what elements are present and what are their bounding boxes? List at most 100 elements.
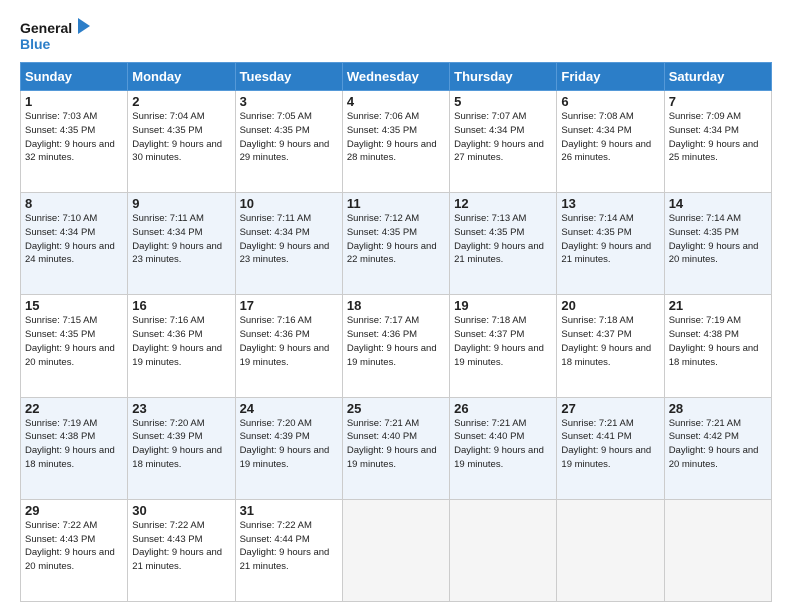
daylight-label: Daylight: 9 hours and 19 minutes. bbox=[132, 343, 222, 368]
daylight-label: Daylight: 9 hours and 22 minutes. bbox=[347, 241, 437, 266]
daylight-label: Daylight: 9 hours and 21 minutes. bbox=[561, 241, 651, 266]
day-info: Sunrise: 7:21 AM Sunset: 4:41 PM Dayligh… bbox=[561, 417, 659, 472]
day-info: Sunrise: 7:13 AM Sunset: 4:35 PM Dayligh… bbox=[454, 212, 552, 267]
sunset-label: Sunset: 4:43 PM bbox=[25, 534, 95, 545]
day-number: 1 bbox=[25, 94, 123, 109]
daylight-label: Daylight: 9 hours and 19 minutes. bbox=[240, 343, 330, 368]
sunrise-label: Sunrise: 7:22 AM bbox=[240, 520, 312, 531]
sunset-label: Sunset: 4:39 PM bbox=[132, 431, 202, 442]
sunrise-label: Sunrise: 7:11 AM bbox=[240, 213, 312, 224]
calendar-cell: 1 Sunrise: 7:03 AM Sunset: 4:35 PM Dayli… bbox=[21, 91, 128, 193]
calendar-cell: 13 Sunrise: 7:14 AM Sunset: 4:35 PM Dayl… bbox=[557, 193, 664, 295]
col-header-monday: Monday bbox=[128, 63, 235, 91]
sunrise-label: Sunrise: 7:03 AM bbox=[25, 111, 97, 122]
calendar-cell: 9 Sunrise: 7:11 AM Sunset: 4:34 PM Dayli… bbox=[128, 193, 235, 295]
daylight-label: Daylight: 9 hours and 19 minutes. bbox=[454, 343, 544, 368]
daylight-label: Daylight: 9 hours and 18 minutes. bbox=[132, 445, 222, 470]
sunset-label: Sunset: 4:35 PM bbox=[240, 125, 310, 136]
daylight-label: Daylight: 9 hours and 21 minutes. bbox=[132, 547, 222, 572]
day-info: Sunrise: 7:22 AM Sunset: 4:43 PM Dayligh… bbox=[132, 519, 230, 574]
calendar-cell bbox=[450, 499, 557, 601]
day-number: 25 bbox=[347, 401, 445, 416]
sunrise-label: Sunrise: 7:19 AM bbox=[25, 418, 97, 429]
day-number: 19 bbox=[454, 298, 552, 313]
sunset-label: Sunset: 4:35 PM bbox=[561, 227, 631, 238]
sunset-label: Sunset: 4:38 PM bbox=[669, 329, 739, 340]
col-header-thursday: Thursday bbox=[450, 63, 557, 91]
sunset-label: Sunset: 4:35 PM bbox=[454, 227, 524, 238]
col-header-sunday: Sunday bbox=[21, 63, 128, 91]
day-info: Sunrise: 7:19 AM Sunset: 4:38 PM Dayligh… bbox=[25, 417, 123, 472]
sunset-label: Sunset: 4:40 PM bbox=[454, 431, 524, 442]
day-number: 15 bbox=[25, 298, 123, 313]
calendar-row-2: 8 Sunrise: 7:10 AM Sunset: 4:34 PM Dayli… bbox=[21, 193, 772, 295]
day-number: 31 bbox=[240, 503, 338, 518]
daylight-label: Daylight: 9 hours and 32 minutes. bbox=[25, 139, 115, 164]
calendar-cell: 16 Sunrise: 7:16 AM Sunset: 4:36 PM Dayl… bbox=[128, 295, 235, 397]
calendar-cell: 22 Sunrise: 7:19 AM Sunset: 4:38 PM Dayl… bbox=[21, 397, 128, 499]
sunset-label: Sunset: 4:39 PM bbox=[240, 431, 310, 442]
svg-text:General: General bbox=[20, 20, 72, 36]
sunrise-label: Sunrise: 7:11 AM bbox=[132, 213, 204, 224]
sunrise-label: Sunrise: 7:10 AM bbox=[25, 213, 97, 224]
header: General Blue bbox=[20, 16, 772, 54]
daylight-label: Daylight: 9 hours and 21 minutes. bbox=[240, 547, 330, 572]
sunset-label: Sunset: 4:34 PM bbox=[454, 125, 524, 136]
col-header-tuesday: Tuesday bbox=[235, 63, 342, 91]
day-number: 20 bbox=[561, 298, 659, 313]
sunset-label: Sunset: 4:34 PM bbox=[669, 125, 739, 136]
calendar-cell: 7 Sunrise: 7:09 AM Sunset: 4:34 PM Dayli… bbox=[664, 91, 771, 193]
sunset-label: Sunset: 4:35 PM bbox=[669, 227, 739, 238]
day-info: Sunrise: 7:11 AM Sunset: 4:34 PM Dayligh… bbox=[132, 212, 230, 267]
day-number: 5 bbox=[454, 94, 552, 109]
day-info: Sunrise: 7:20 AM Sunset: 4:39 PM Dayligh… bbox=[132, 417, 230, 472]
day-info: Sunrise: 7:10 AM Sunset: 4:34 PM Dayligh… bbox=[25, 212, 123, 267]
day-info: Sunrise: 7:09 AM Sunset: 4:34 PM Dayligh… bbox=[669, 110, 767, 165]
calendar-cell: 8 Sunrise: 7:10 AM Sunset: 4:34 PM Dayli… bbox=[21, 193, 128, 295]
sunrise-label: Sunrise: 7:13 AM bbox=[454, 213, 526, 224]
day-info: Sunrise: 7:16 AM Sunset: 4:36 PM Dayligh… bbox=[132, 314, 230, 369]
sunrise-label: Sunrise: 7:05 AM bbox=[240, 111, 312, 122]
sunset-label: Sunset: 4:41 PM bbox=[561, 431, 631, 442]
day-info: Sunrise: 7:14 AM Sunset: 4:35 PM Dayligh… bbox=[561, 212, 659, 267]
sunset-label: Sunset: 4:40 PM bbox=[347, 431, 417, 442]
sunrise-label: Sunrise: 7:16 AM bbox=[240, 315, 312, 326]
calendar-cell bbox=[664, 499, 771, 601]
sunset-label: Sunset: 4:35 PM bbox=[347, 227, 417, 238]
sunset-label: Sunset: 4:35 PM bbox=[347, 125, 417, 136]
sunset-label: Sunset: 4:42 PM bbox=[669, 431, 739, 442]
sunset-label: Sunset: 4:34 PM bbox=[25, 227, 95, 238]
day-number: 16 bbox=[132, 298, 230, 313]
sunset-label: Sunset: 4:34 PM bbox=[561, 125, 631, 136]
sunrise-label: Sunrise: 7:20 AM bbox=[240, 418, 312, 429]
sunrise-label: Sunrise: 7:18 AM bbox=[561, 315, 633, 326]
sunrise-label: Sunrise: 7:21 AM bbox=[347, 418, 419, 429]
day-number: 9 bbox=[132, 196, 230, 211]
day-info: Sunrise: 7:17 AM Sunset: 4:36 PM Dayligh… bbox=[347, 314, 445, 369]
sunrise-label: Sunrise: 7:06 AM bbox=[347, 111, 419, 122]
day-info: Sunrise: 7:03 AM Sunset: 4:35 PM Dayligh… bbox=[25, 110, 123, 165]
sunrise-label: Sunrise: 7:19 AM bbox=[669, 315, 741, 326]
calendar-cell: 15 Sunrise: 7:15 AM Sunset: 4:35 PM Dayl… bbox=[21, 295, 128, 397]
sunset-label: Sunset: 4:35 PM bbox=[25, 329, 95, 340]
day-number: 17 bbox=[240, 298, 338, 313]
sunrise-label: Sunrise: 7:21 AM bbox=[669, 418, 741, 429]
daylight-label: Daylight: 9 hours and 30 minutes. bbox=[132, 139, 222, 164]
sunrise-label: Sunrise: 7:14 AM bbox=[561, 213, 633, 224]
day-number: 10 bbox=[240, 196, 338, 211]
daylight-label: Daylight: 9 hours and 19 minutes. bbox=[347, 445, 437, 470]
day-info: Sunrise: 7:18 AM Sunset: 4:37 PM Dayligh… bbox=[454, 314, 552, 369]
page: General Blue SundayMondayTuesdayWednesda… bbox=[0, 0, 792, 612]
day-info: Sunrise: 7:06 AM Sunset: 4:35 PM Dayligh… bbox=[347, 110, 445, 165]
day-number: 27 bbox=[561, 401, 659, 416]
daylight-label: Daylight: 9 hours and 20 minutes. bbox=[669, 241, 759, 266]
calendar-cell: 3 Sunrise: 7:05 AM Sunset: 4:35 PM Dayli… bbox=[235, 91, 342, 193]
sunrise-label: Sunrise: 7:14 AM bbox=[669, 213, 741, 224]
day-number: 8 bbox=[25, 196, 123, 211]
calendar-cell: 26 Sunrise: 7:21 AM Sunset: 4:40 PM Dayl… bbox=[450, 397, 557, 499]
daylight-label: Daylight: 9 hours and 29 minutes. bbox=[240, 139, 330, 164]
day-number: 28 bbox=[669, 401, 767, 416]
daylight-label: Daylight: 9 hours and 24 minutes. bbox=[25, 241, 115, 266]
day-info: Sunrise: 7:08 AM Sunset: 4:34 PM Dayligh… bbox=[561, 110, 659, 165]
daylight-label: Daylight: 9 hours and 21 minutes. bbox=[454, 241, 544, 266]
